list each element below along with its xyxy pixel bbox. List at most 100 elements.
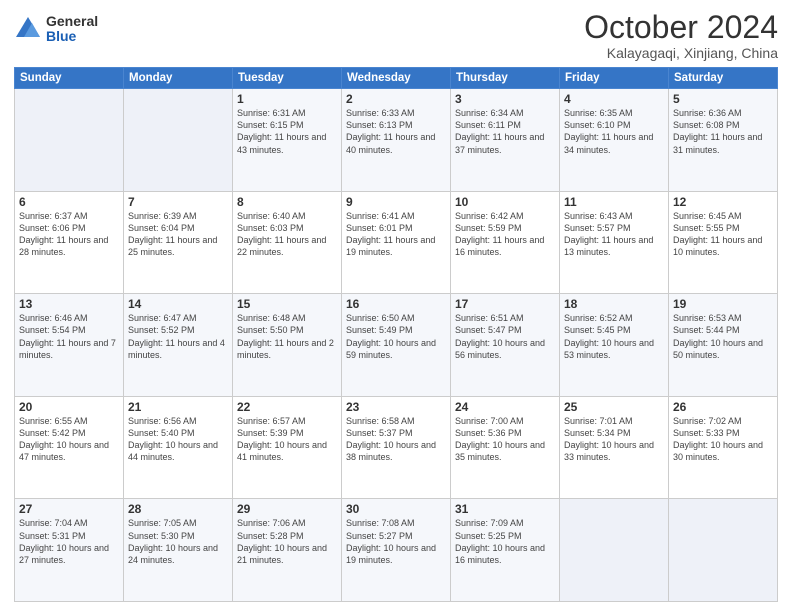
calendar-cell: 12Sunrise: 6:45 AM Sunset: 5:55 PM Dayli… — [669, 191, 778, 294]
calendar-cell: 16Sunrise: 6:50 AM Sunset: 5:49 PM Dayli… — [342, 294, 451, 397]
logo-general: General — [46, 14, 98, 29]
header-tuesday: Tuesday — [233, 68, 342, 89]
day-info: Sunrise: 7:09 AM Sunset: 5:25 PM Dayligh… — [455, 517, 555, 566]
calendar-cell: 3Sunrise: 6:34 AM Sunset: 6:11 PM Daylig… — [451, 89, 560, 192]
calendar-cell: 31Sunrise: 7:09 AM Sunset: 5:25 PM Dayli… — [451, 499, 560, 602]
day-number: 31 — [455, 502, 555, 516]
calendar-cell: 17Sunrise: 6:51 AM Sunset: 5:47 PM Dayli… — [451, 294, 560, 397]
calendar-cell: 7Sunrise: 6:39 AM Sunset: 6:04 PM Daylig… — [124, 191, 233, 294]
header-saturday: Saturday — [669, 68, 778, 89]
day-info: Sunrise: 6:48 AM Sunset: 5:50 PM Dayligh… — [237, 312, 337, 361]
logo-blue: Blue — [46, 29, 98, 44]
day-number: 7 — [128, 195, 228, 209]
day-info: Sunrise: 6:37 AM Sunset: 6:06 PM Dayligh… — [19, 210, 119, 259]
day-number: 9 — [346, 195, 446, 209]
calendar-cell: 26Sunrise: 7:02 AM Sunset: 5:33 PM Dayli… — [669, 396, 778, 499]
calendar-cell: 25Sunrise: 7:01 AM Sunset: 5:34 PM Dayli… — [560, 396, 669, 499]
calendar-cell: 24Sunrise: 7:00 AM Sunset: 5:36 PM Dayli… — [451, 396, 560, 499]
header-sunday: Sunday — [15, 68, 124, 89]
calendar-cell — [15, 89, 124, 192]
calendar-cell: 21Sunrise: 6:56 AM Sunset: 5:40 PM Dayli… — [124, 396, 233, 499]
day-number: 20 — [19, 400, 119, 414]
day-info: Sunrise: 6:56 AM Sunset: 5:40 PM Dayligh… — [128, 415, 228, 464]
day-info: Sunrise: 6:41 AM Sunset: 6:01 PM Dayligh… — [346, 210, 446, 259]
calendar-cell: 1Sunrise: 6:31 AM Sunset: 6:15 PM Daylig… — [233, 89, 342, 192]
day-info: Sunrise: 7:06 AM Sunset: 5:28 PM Dayligh… — [237, 517, 337, 566]
day-info: Sunrise: 7:08 AM Sunset: 5:27 PM Dayligh… — [346, 517, 446, 566]
calendar-week-5: 27Sunrise: 7:04 AM Sunset: 5:31 PM Dayli… — [15, 499, 778, 602]
day-info: Sunrise: 6:51 AM Sunset: 5:47 PM Dayligh… — [455, 312, 555, 361]
page-header: General Blue October 2024 Kalayagaqi, Xi… — [14, 10, 778, 61]
day-number: 21 — [128, 400, 228, 414]
day-info: Sunrise: 6:39 AM Sunset: 6:04 PM Dayligh… — [128, 210, 228, 259]
day-info: Sunrise: 7:05 AM Sunset: 5:30 PM Dayligh… — [128, 517, 228, 566]
month-title: October 2024 — [584, 10, 778, 45]
calendar-cell: 10Sunrise: 6:42 AM Sunset: 5:59 PM Dayli… — [451, 191, 560, 294]
calendar-cell: 18Sunrise: 6:52 AM Sunset: 5:45 PM Dayli… — [560, 294, 669, 397]
calendar-cell: 6Sunrise: 6:37 AM Sunset: 6:06 PM Daylig… — [15, 191, 124, 294]
day-number: 23 — [346, 400, 446, 414]
day-info: Sunrise: 6:47 AM Sunset: 5:52 PM Dayligh… — [128, 312, 228, 361]
day-number: 5 — [673, 92, 773, 106]
day-number: 3 — [455, 92, 555, 106]
calendar-cell: 8Sunrise: 6:40 AM Sunset: 6:03 PM Daylig… — [233, 191, 342, 294]
logo-icon — [14, 15, 42, 43]
day-info: Sunrise: 6:55 AM Sunset: 5:42 PM Dayligh… — [19, 415, 119, 464]
calendar-cell: 13Sunrise: 6:46 AM Sunset: 5:54 PM Dayli… — [15, 294, 124, 397]
calendar-cell: 4Sunrise: 6:35 AM Sunset: 6:10 PM Daylig… — [560, 89, 669, 192]
day-number: 29 — [237, 502, 337, 516]
day-info: Sunrise: 6:43 AM Sunset: 5:57 PM Dayligh… — [564, 210, 664, 259]
calendar-cell — [669, 499, 778, 602]
calendar-cell: 15Sunrise: 6:48 AM Sunset: 5:50 PM Dayli… — [233, 294, 342, 397]
title-block: October 2024 Kalayagaqi, Xinjiang, China — [584, 10, 778, 61]
day-info: Sunrise: 6:42 AM Sunset: 5:59 PM Dayligh… — [455, 210, 555, 259]
day-info: Sunrise: 6:53 AM Sunset: 5:44 PM Dayligh… — [673, 312, 773, 361]
page-container: General Blue October 2024 Kalayagaqi, Xi… — [0, 0, 792, 612]
calendar-week-2: 6Sunrise: 6:37 AM Sunset: 6:06 PM Daylig… — [15, 191, 778, 294]
calendar-cell: 9Sunrise: 6:41 AM Sunset: 6:01 PM Daylig… — [342, 191, 451, 294]
calendar-cell: 11Sunrise: 6:43 AM Sunset: 5:57 PM Dayli… — [560, 191, 669, 294]
day-info: Sunrise: 7:00 AM Sunset: 5:36 PM Dayligh… — [455, 415, 555, 464]
calendar-cell — [560, 499, 669, 602]
calendar-cell: 5Sunrise: 6:36 AM Sunset: 6:08 PM Daylig… — [669, 89, 778, 192]
calendar-cell: 29Sunrise: 7:06 AM Sunset: 5:28 PM Dayli… — [233, 499, 342, 602]
day-number: 2 — [346, 92, 446, 106]
day-number: 8 — [237, 195, 337, 209]
day-number: 28 — [128, 502, 228, 516]
calendar-week-4: 20Sunrise: 6:55 AM Sunset: 5:42 PM Dayli… — [15, 396, 778, 499]
calendar-cell: 14Sunrise: 6:47 AM Sunset: 5:52 PM Dayli… — [124, 294, 233, 397]
location-subtitle: Kalayagaqi, Xinjiang, China — [584, 45, 778, 61]
logo-text: General Blue — [46, 14, 98, 45]
day-info: Sunrise: 7:01 AM Sunset: 5:34 PM Dayligh… — [564, 415, 664, 464]
day-info: Sunrise: 6:31 AM Sunset: 6:15 PM Dayligh… — [237, 107, 337, 156]
logo: General Blue — [14, 14, 98, 45]
calendar-week-3: 13Sunrise: 6:46 AM Sunset: 5:54 PM Dayli… — [15, 294, 778, 397]
day-number: 17 — [455, 297, 555, 311]
day-number: 16 — [346, 297, 446, 311]
weekday-header-row: Sunday Monday Tuesday Wednesday Thursday… — [15, 68, 778, 89]
day-info: Sunrise: 7:02 AM Sunset: 5:33 PM Dayligh… — [673, 415, 773, 464]
day-number: 13 — [19, 297, 119, 311]
day-number: 1 — [237, 92, 337, 106]
calendar-cell: 27Sunrise: 7:04 AM Sunset: 5:31 PM Dayli… — [15, 499, 124, 602]
day-number: 30 — [346, 502, 446, 516]
day-info: Sunrise: 6:33 AM Sunset: 6:13 PM Dayligh… — [346, 107, 446, 156]
day-info: Sunrise: 6:52 AM Sunset: 5:45 PM Dayligh… — [564, 312, 664, 361]
day-info: Sunrise: 6:45 AM Sunset: 5:55 PM Dayligh… — [673, 210, 773, 259]
day-number: 18 — [564, 297, 664, 311]
day-info: Sunrise: 6:50 AM Sunset: 5:49 PM Dayligh… — [346, 312, 446, 361]
day-number: 25 — [564, 400, 664, 414]
calendar-cell: 30Sunrise: 7:08 AM Sunset: 5:27 PM Dayli… — [342, 499, 451, 602]
day-info: Sunrise: 6:34 AM Sunset: 6:11 PM Dayligh… — [455, 107, 555, 156]
calendar-cell: 28Sunrise: 7:05 AM Sunset: 5:30 PM Dayli… — [124, 499, 233, 602]
day-number: 27 — [19, 502, 119, 516]
day-info: Sunrise: 6:36 AM Sunset: 6:08 PM Dayligh… — [673, 107, 773, 156]
day-info: Sunrise: 6:57 AM Sunset: 5:39 PM Dayligh… — [237, 415, 337, 464]
calendar-cell: 20Sunrise: 6:55 AM Sunset: 5:42 PM Dayli… — [15, 396, 124, 499]
day-number: 22 — [237, 400, 337, 414]
day-number: 12 — [673, 195, 773, 209]
calendar-week-1: 1Sunrise: 6:31 AM Sunset: 6:15 PM Daylig… — [15, 89, 778, 192]
day-number: 4 — [564, 92, 664, 106]
day-info: Sunrise: 6:35 AM Sunset: 6:10 PM Dayligh… — [564, 107, 664, 156]
day-number: 14 — [128, 297, 228, 311]
